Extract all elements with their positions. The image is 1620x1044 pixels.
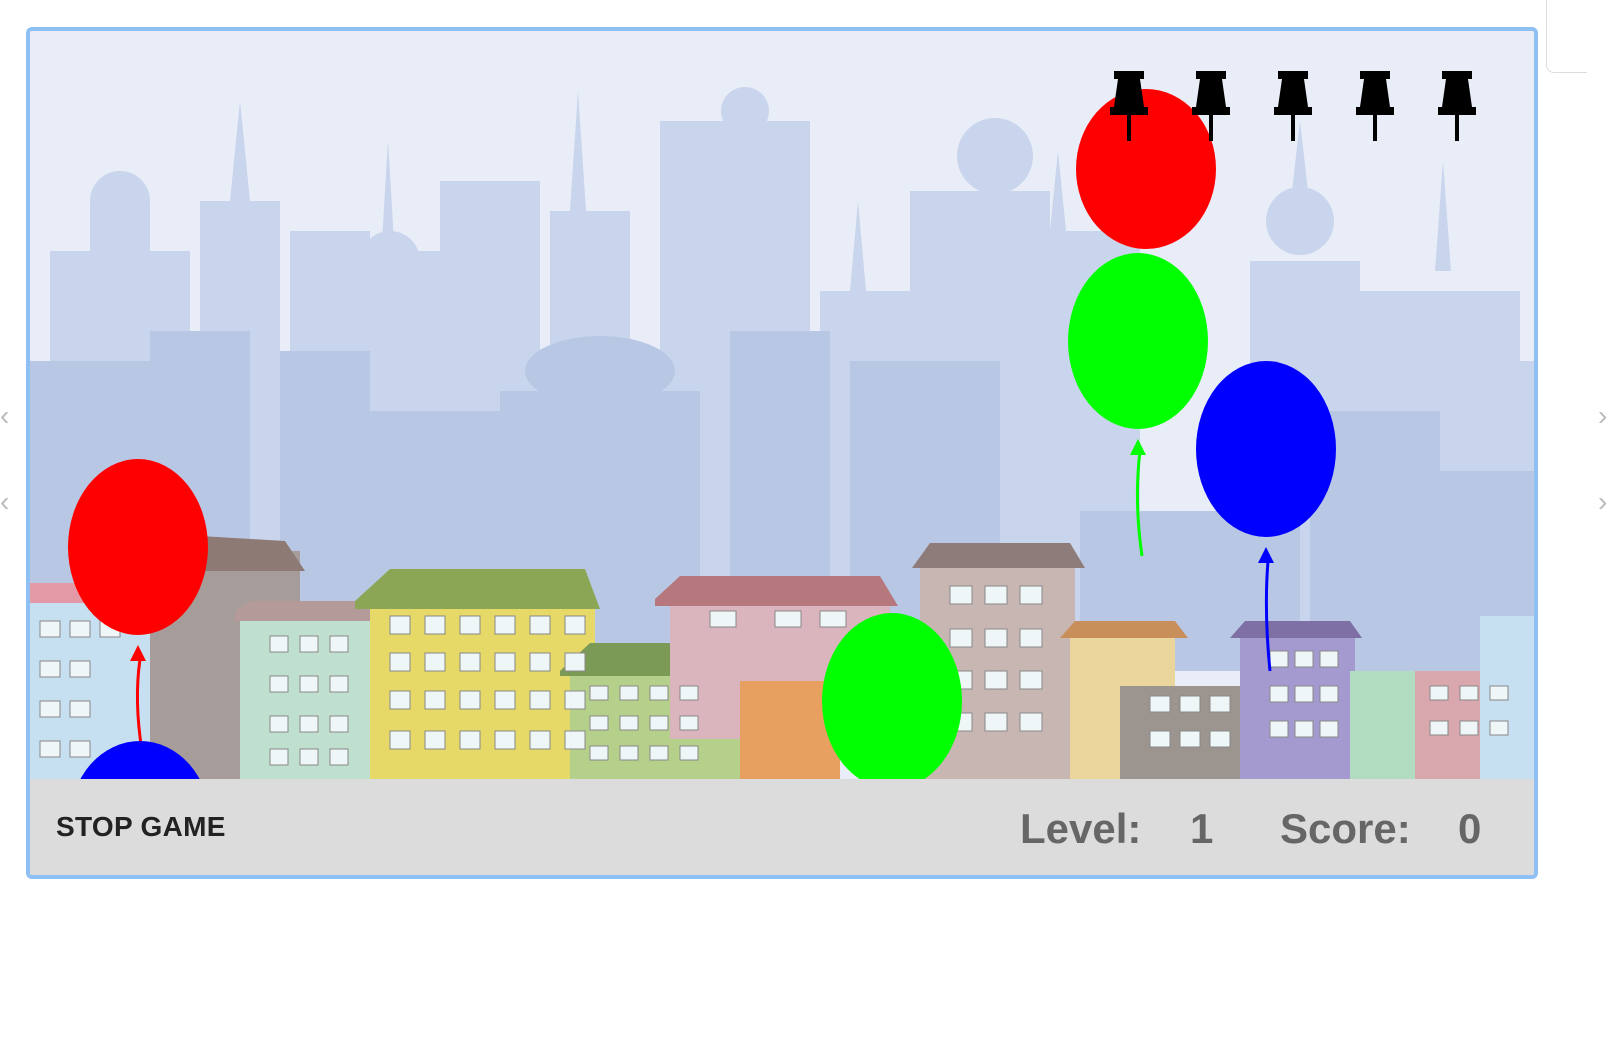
chevron-right-icon: › (1598, 400, 1608, 431)
playfield[interactable] (30, 31, 1534, 779)
city-background (30, 31, 1534, 779)
chevron-left-icon: ‹ (0, 400, 10, 431)
game-frame: STOP GAME Level: 1 Score: 0 (26, 27, 1538, 879)
score-label: Score: (1280, 805, 1411, 852)
stop-game-button[interactable]: STOP GAME (56, 811, 226, 843)
side-panel-tab[interactable] (1546, 0, 1587, 73)
level-label: Level: (1020, 805, 1142, 852)
status-bar: STOP GAME Level: 1 Score: 0 (30, 779, 1534, 875)
level-value: 1 (1190, 805, 1214, 852)
chevron-left-icon: ‹ (0, 486, 10, 517)
chevron-right-icon: › (1598, 486, 1608, 517)
score-value: 0 (1458, 805, 1482, 852)
